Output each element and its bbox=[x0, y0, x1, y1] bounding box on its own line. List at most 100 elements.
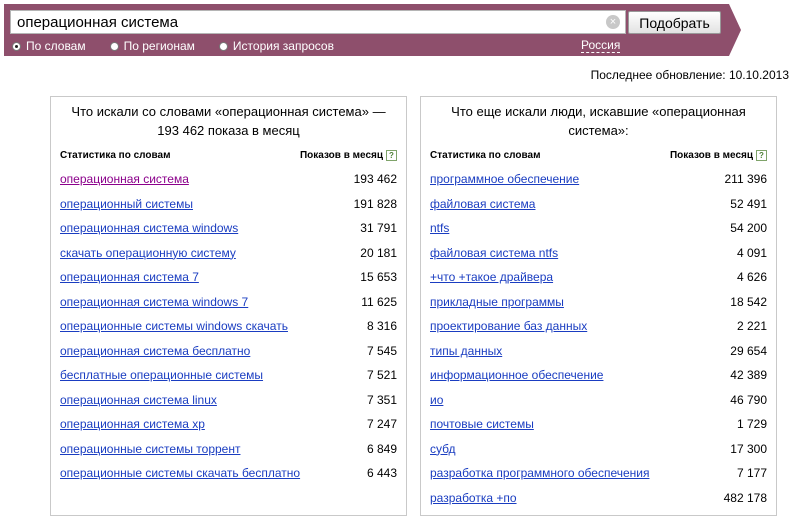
shows-count: 54 200 bbox=[730, 221, 767, 235]
table-row: прикладные программы 18 542 bbox=[421, 291, 776, 316]
query-link[interactable]: операционная система bbox=[60, 171, 310, 187]
table-row: операционная система linux 7 351 bbox=[51, 389, 406, 414]
query-link[interactable]: информационное обеспечение bbox=[430, 367, 680, 383]
col-shows-header: Показов в месяц ? bbox=[670, 150, 767, 161]
mode-option[interactable]: По регионам bbox=[109, 39, 195, 53]
help-icon[interactable]: ? bbox=[756, 150, 767, 161]
col-shows-label: Показов в месяц bbox=[299, 150, 383, 161]
query-link[interactable]: файловая система bbox=[430, 196, 680, 212]
shows-count: 7 247 bbox=[366, 417, 397, 431]
shows-count: 29 654 bbox=[730, 343, 767, 358]
shows-count: 8 316 bbox=[366, 319, 397, 333]
query-link[interactable]: операционная система windows 7 bbox=[60, 294, 310, 310]
table-row: информационное обеспечение 42 389 bbox=[421, 364, 776, 389]
table-row: операционный системы 191 828 bbox=[51, 193, 406, 218]
help-icon[interactable]: ? bbox=[386, 150, 397, 161]
search-field[interactable]: × bbox=[10, 10, 626, 34]
query-link[interactable]: скачать операционную систему bbox=[60, 245, 310, 261]
submit-button[interactable]: Подобрать bbox=[628, 11, 721, 34]
table-row: ntfs 54 200 bbox=[421, 217, 776, 242]
table-row: операционные системы торрент 6 849 bbox=[51, 438, 406, 463]
query-link[interactable]: операционные системы скачать бесплатно bbox=[60, 465, 310, 481]
mode-label: По регионам bbox=[123, 39, 195, 53]
query-link[interactable]: ио bbox=[430, 392, 680, 408]
mode-label: История запросов bbox=[232, 39, 334, 53]
right-panel-title: Что еще искали люди, искавшие «операцион… bbox=[451, 104, 746, 138]
query-link[interactable]: операционный системы bbox=[60, 196, 310, 212]
search-mode-group: По словам По регионам История запросов bbox=[12, 39, 358, 53]
shows-count: 4 091 bbox=[736, 245, 767, 260]
query-link[interactable]: прикладные программы bbox=[430, 294, 680, 310]
query-link[interactable]: проектирование баз данных bbox=[430, 318, 680, 334]
shows-count: 6 849 bbox=[366, 441, 397, 456]
radio-icon[interactable] bbox=[218, 41, 228, 51]
query-link[interactable]: типы данных bbox=[430, 343, 680, 359]
col-shows-label: Показов в месяц bbox=[669, 150, 753, 161]
table-row: операционная система xp 7 247 bbox=[51, 413, 406, 438]
table-row: операционная система windows 31 791 bbox=[51, 217, 406, 242]
region-selector[interactable]: Россия bbox=[581, 38, 621, 53]
left-panel: Что искали со словами «операционная сист… bbox=[50, 96, 407, 516]
right-table-body: программное обеспечение 211 396 файловая с… bbox=[421, 168, 776, 511]
shows-count: 17 300 bbox=[730, 441, 767, 456]
table-row: файловая система ntfs 4 091 bbox=[421, 242, 776, 267]
shows-count: 193 462 bbox=[353, 172, 397, 186]
query-link[interactable]: операционные системы торрент bbox=[60, 441, 310, 457]
table-row: операционные системы windows скачать 8 31… bbox=[51, 315, 406, 340]
table-row: бесплатные операционные системы 7 521 bbox=[51, 364, 406, 389]
table-row: почтовые системы 1 729 bbox=[421, 413, 776, 438]
shows-count: 15 653 bbox=[360, 270, 397, 284]
query-link[interactable]: операционная система бесплатно bbox=[60, 343, 310, 359]
shows-count: 20 181 bbox=[360, 245, 397, 260]
shows-count: 7 521 bbox=[366, 368, 397, 382]
table-row: разработка +по 482 178 bbox=[421, 487, 776, 512]
query-link[interactable]: операционная система 7 bbox=[60, 269, 310, 285]
shows-count: 1 729 bbox=[736, 417, 767, 431]
query-link[interactable]: +что +такое драйвера bbox=[430, 269, 680, 285]
query-link[interactable]: субд bbox=[430, 441, 680, 457]
shows-count: 2 221 bbox=[736, 319, 767, 333]
shows-count: 31 791 bbox=[360, 221, 397, 235]
query-link[interactable]: разработка программного обеспечения bbox=[430, 465, 680, 481]
search-toolbar: × Подобрать По словам По регионам История … bbox=[4, 4, 741, 56]
query-link[interactable]: операционная система windows bbox=[60, 220, 310, 236]
right-table-header: Статистика по словам Показов в месяц ? bbox=[430, 150, 767, 164]
mode-option[interactable]: По словам bbox=[12, 39, 86, 53]
table-row: операционная система windows 7 11 625 bbox=[51, 291, 406, 316]
query-link[interactable]: файловая система ntfs bbox=[430, 245, 680, 261]
query-link[interactable]: программное обеспечение bbox=[430, 171, 680, 187]
shows-count: 18 542 bbox=[730, 294, 767, 309]
table-row: операционная система бесплатно 7 545 bbox=[51, 340, 406, 365]
shows-count: 482 178 bbox=[723, 490, 767, 505]
search-input[interactable] bbox=[11, 11, 601, 33]
mode-label: По словам bbox=[26, 39, 86, 53]
shows-count: 211 396 bbox=[724, 172, 768, 186]
radio-icon[interactable] bbox=[12, 41, 21, 51]
shows-count: 52 491 bbox=[730, 196, 767, 211]
mode-option[interactable]: История запросов bbox=[218, 39, 334, 53]
table-row: субд 17 300 bbox=[421, 438, 776, 463]
clear-icon[interactable]: × bbox=[606, 15, 620, 29]
query-link[interactable]: операционная система linux bbox=[60, 392, 310, 408]
query-link[interactable]: почтовые системы bbox=[430, 416, 680, 432]
table-row: +что +такое драйвера 4 626 bbox=[421, 266, 776, 291]
shows-count: 4 626 bbox=[736, 270, 767, 284]
query-link[interactable]: ntfs bbox=[430, 220, 680, 236]
table-row: операционные системы скачать бесплатно 6 … bbox=[51, 462, 406, 492]
table-row: операционная система 193 462 bbox=[51, 168, 406, 193]
shows-count: 11 625 bbox=[361, 294, 397, 309]
last-updated: Последнее обновление: 10.10.2013 bbox=[590, 68, 789, 82]
table-row: типы данных 29 654 bbox=[421, 340, 776, 365]
table-row: файловая система 52 491 bbox=[421, 193, 776, 218]
query-link[interactable]: операционная система xp bbox=[60, 416, 310, 432]
shows-count: 7 351 bbox=[366, 392, 397, 407]
table-row: операционная система 7 15 653 bbox=[51, 266, 406, 291]
table-row: проектирование баз данных 2 221 bbox=[421, 315, 776, 340]
col-words-header: Статистика по словам bbox=[60, 150, 171, 161]
left-table-header: Статистика по словам Показов в месяц ? bbox=[60, 150, 397, 164]
query-link[interactable]: разработка +по bbox=[430, 490, 680, 506]
radio-icon[interactable] bbox=[109, 41, 119, 51]
shows-count: 46 790 bbox=[730, 392, 767, 407]
query-link[interactable]: бесплатные операционные системы bbox=[60, 367, 310, 383]
query-link[interactable]: операционные системы windows скачать bbox=[60, 318, 310, 334]
